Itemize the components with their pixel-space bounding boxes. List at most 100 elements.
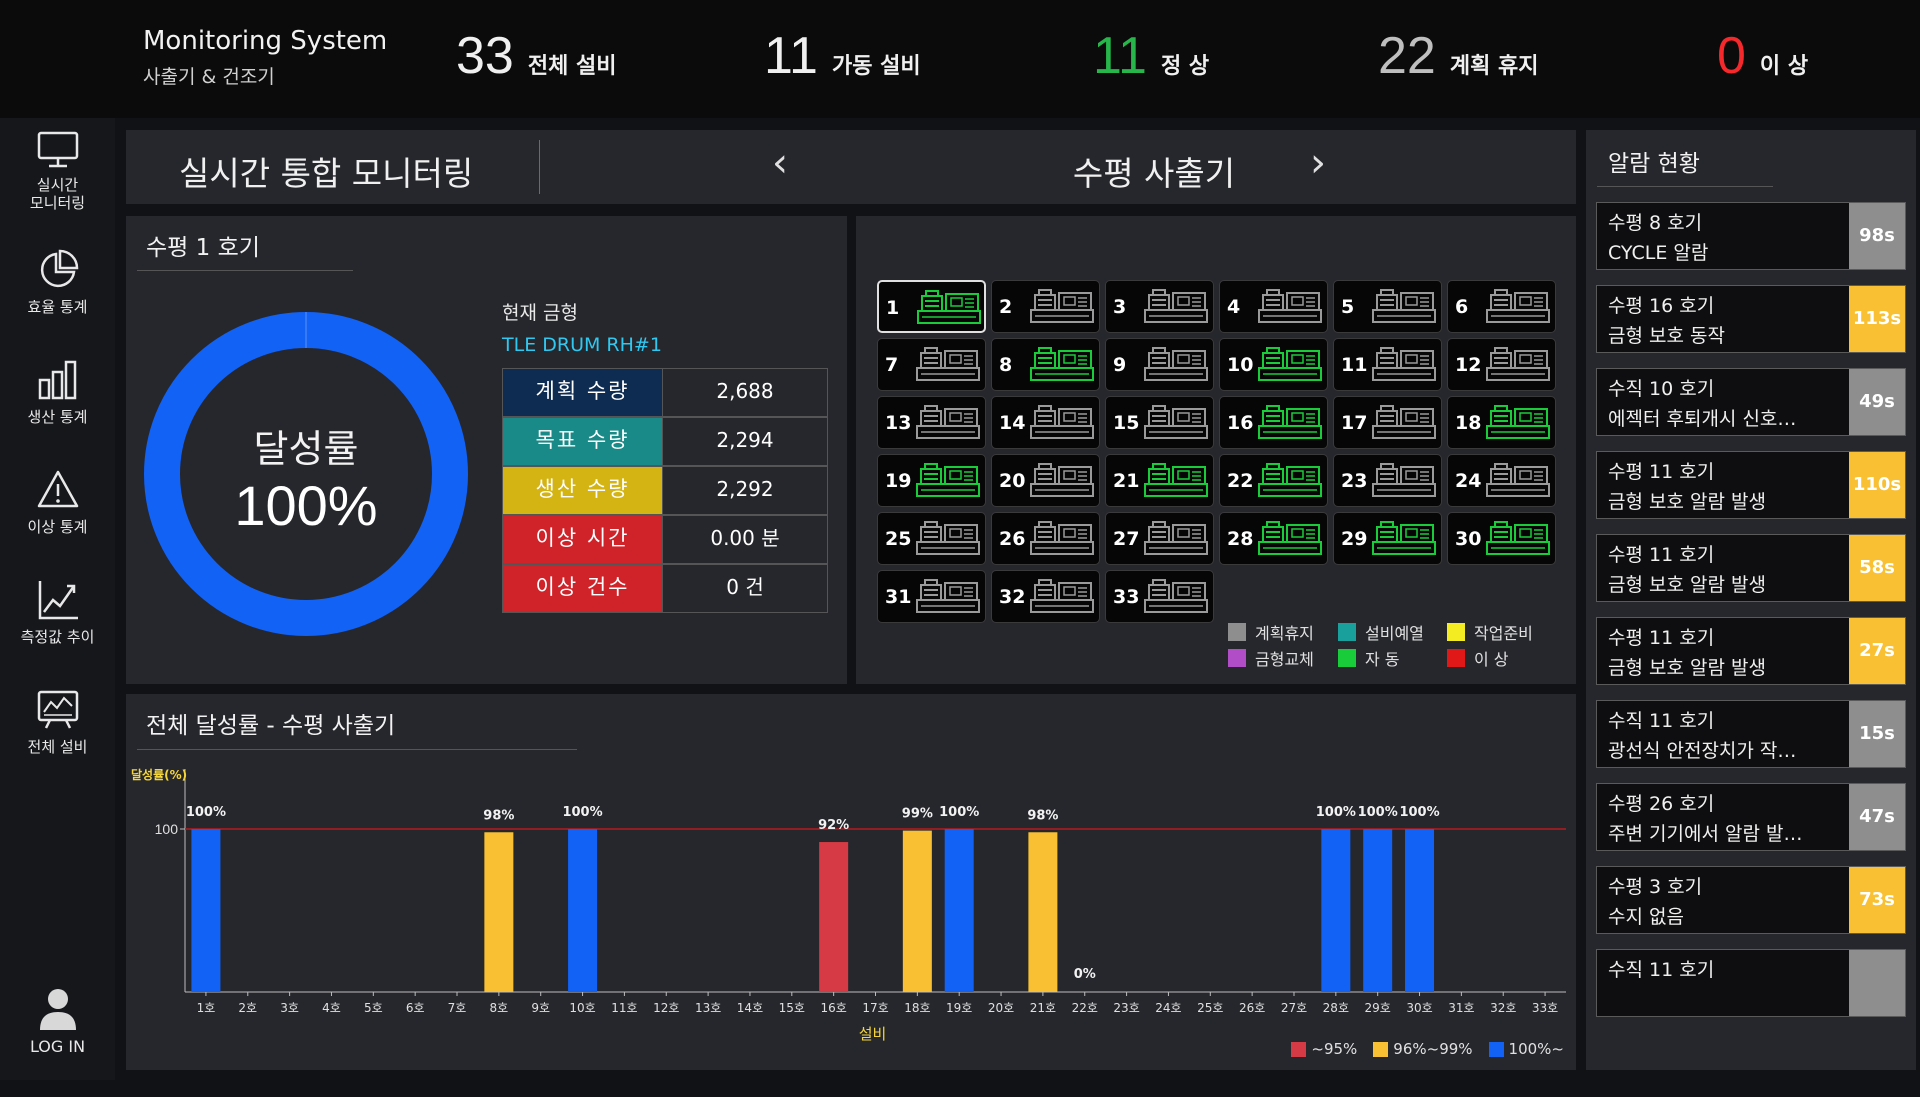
machine-tile[interactable]: 7 bbox=[877, 338, 986, 391]
x-tick-label: 1호 bbox=[197, 1001, 216, 1015]
machine-number: 7 bbox=[885, 354, 899, 376]
machine-tile[interactable]: 13 bbox=[877, 396, 986, 449]
machine-tile[interactable]: 6 bbox=[1447, 280, 1556, 333]
alarm-duration-badge bbox=[1849, 950, 1905, 1016]
alarm-machine: 수평 11 호기 bbox=[1608, 627, 1715, 649]
stat-label: 목표 수량 bbox=[502, 417, 663, 466]
machine-number: 10 bbox=[1227, 354, 1254, 376]
machine-tile[interactable]: 5 bbox=[1333, 280, 1442, 333]
machine-number: 29 bbox=[1341, 528, 1368, 550]
alarm-item[interactable]: 수평 16 호기 금형 보호 동작 113s bbox=[1596, 285, 1906, 353]
x-axis-label: 설비 bbox=[859, 1025, 887, 1043]
alarm-item[interactable]: 수평 26 호기 주변 기기에서 알람 발… 47s bbox=[1596, 783, 1906, 851]
x-tick-label: 14호 bbox=[737, 1001, 763, 1015]
alarm-duration-badge: 47s bbox=[1849, 784, 1905, 850]
alarm-item[interactable]: 수직 11 호기 bbox=[1596, 949, 1906, 1017]
injection-machine-icon bbox=[916, 463, 980, 497]
alarm-item[interactable]: 수평 11 호기 금형 보호 알람 발생 27s bbox=[1596, 617, 1906, 685]
legend-label: 계획휴지 bbox=[1255, 624, 1314, 643]
alarm-item[interactable]: 수평 11 호기 금형 보호 알람 발생 58s bbox=[1596, 534, 1906, 602]
machine-tile[interactable]: 11 bbox=[1333, 338, 1442, 391]
alarm-duration-badge: 113s bbox=[1849, 286, 1905, 352]
sidebar-item-abnormal-stats[interactable]: 이상 통계 bbox=[0, 468, 115, 536]
injection-machine-icon bbox=[916, 405, 980, 439]
machine-tile[interactable]: 15 bbox=[1105, 396, 1214, 449]
kpi-running: 11 가동 설비 bbox=[764, 30, 921, 82]
machine-tile[interactable]: 22 bbox=[1219, 454, 1328, 507]
machine-tile[interactable]: 8 bbox=[991, 338, 1100, 391]
alarm-message: 수지 없음 bbox=[1608, 906, 1684, 928]
machine-number: 25 bbox=[885, 528, 912, 550]
alarm-item[interactable]: 수평 3 호기 수지 없음 73s bbox=[1596, 866, 1906, 934]
machine-tile[interactable]: 2 bbox=[991, 280, 1100, 333]
unit-title-underline bbox=[137, 270, 353, 271]
machine-tile[interactable]: 28 bbox=[1219, 512, 1328, 565]
sidebar-item-label: 효율 통계 bbox=[27, 298, 88, 316]
kpi-label: 이 상 bbox=[1759, 54, 1809, 79]
sidebar-item-measurement-trend[interactable]: 측정값 추이 bbox=[0, 578, 115, 646]
machine-tile[interactable]: 33 bbox=[1105, 570, 1214, 623]
sidebar-item-production-stats[interactable]: 생산 통계 bbox=[0, 358, 115, 426]
machine-tile[interactable]: 30 bbox=[1447, 512, 1556, 565]
machine-tile[interactable]: 27 bbox=[1105, 512, 1214, 565]
x-tick-label: 8호 bbox=[490, 1001, 509, 1015]
injection-machine-icon bbox=[1372, 347, 1436, 381]
injection-machine-icon bbox=[1030, 347, 1094, 381]
x-tick-label: 6호 bbox=[406, 1001, 425, 1015]
machine-tile[interactable]: 1 bbox=[877, 280, 986, 333]
alarm-machine: 수평 26 호기 bbox=[1608, 793, 1715, 815]
machine-tile[interactable]: 23 bbox=[1333, 454, 1442, 507]
machine-tile[interactable]: 16 bbox=[1219, 396, 1328, 449]
machine-tile[interactable]: 29 bbox=[1333, 512, 1442, 565]
login-button[interactable]: LOG IN bbox=[0, 986, 115, 1056]
machine-tile[interactable]: 19 bbox=[877, 454, 986, 507]
alarm-machine: 수직 10 호기 bbox=[1608, 378, 1715, 400]
machine-tile[interactable]: 32 bbox=[991, 570, 1100, 623]
machine-tile[interactable]: 10 bbox=[1219, 338, 1328, 391]
alarm-item[interactable]: 수평 11 호기 금형 보호 알람 발생 110s bbox=[1596, 451, 1906, 519]
production-stats-table: 계획 수량 2,688 목표 수량 2,294 생산 수량 2,292 이상 시간 0.… bbox=[502, 368, 828, 613]
kpi-value: 22 bbox=[1378, 27, 1436, 85]
machine-tile[interactable]: 3 bbox=[1105, 280, 1214, 333]
sidebar-item-all-equipment[interactable]: 전체 설비 bbox=[0, 688, 115, 756]
warning-icon bbox=[37, 470, 78, 508]
machine-tile[interactable]: 14 bbox=[991, 396, 1100, 449]
machine-tile[interactable]: 21 bbox=[1105, 454, 1214, 507]
stat-row-produced: 생산 수량 2,292 bbox=[502, 466, 828, 515]
legend-label: 이 상 bbox=[1474, 650, 1509, 669]
machine-tile[interactable]: 26 bbox=[991, 512, 1100, 565]
legend-item: 설비예열 bbox=[1338, 620, 1424, 644]
kpi-value: 11 bbox=[764, 27, 818, 85]
legend-label: 자 동 bbox=[1365, 650, 1400, 669]
machine-tile[interactable]: 25 bbox=[877, 512, 986, 565]
pie-chart-icon bbox=[40, 249, 78, 288]
legend-item: 작업준비 bbox=[1447, 620, 1533, 644]
machine-tile[interactable]: 17 bbox=[1333, 396, 1442, 449]
prev-machine-type-button[interactable]: ‹ bbox=[772, 140, 788, 186]
machine-tile[interactable]: 12 bbox=[1447, 338, 1556, 391]
machine-number: 20 bbox=[999, 470, 1026, 492]
x-tick-label: 17호 bbox=[862, 1001, 888, 1015]
alarm-machine: 수평 11 호기 bbox=[1608, 544, 1715, 566]
next-machine-type-button[interactable]: › bbox=[1310, 140, 1326, 186]
sidebar-item-realtime-monitoring[interactable]: 실시간 모니터링 bbox=[0, 130, 115, 212]
stat-value: 2,688 bbox=[663, 368, 828, 417]
machine-tile[interactable]: 24 bbox=[1447, 454, 1556, 507]
alarm-item[interactable]: 수평 8 호기 CYCLE 알람 98s bbox=[1596, 202, 1906, 270]
alarm-item[interactable]: 수직 10 호기 에젝터 후퇴개시 신호… 49s bbox=[1596, 368, 1906, 436]
x-tick-label: 13호 bbox=[695, 1001, 721, 1015]
machine-tile[interactable]: 4 bbox=[1219, 280, 1328, 333]
chart-legend: ~95% 96%~99% 100%~ bbox=[1291, 1040, 1564, 1058]
alarm-machine: 수평 11 호기 bbox=[1608, 461, 1715, 483]
machine-tile[interactable]: 31 bbox=[877, 570, 986, 623]
machine-tile[interactable]: 9 bbox=[1105, 338, 1214, 391]
chart-legend-item: ~95% bbox=[1291, 1040, 1357, 1058]
x-tick-label: 3호 bbox=[280, 1001, 299, 1015]
machine-tile[interactable]: 18 bbox=[1447, 396, 1556, 449]
machine-tile[interactable]: 20 bbox=[991, 454, 1100, 507]
alarm-machine: 수직 11 호기 bbox=[1608, 959, 1715, 981]
alarm-list[interactable]: 수평 8 호기 CYCLE 알람 98s 수평 16 호기 금형 보호 동작 113s 수직… bbox=[1596, 202, 1906, 1097]
alarm-item[interactable]: 수직 11 호기 광선식 안전장치가 작… 15s bbox=[1596, 700, 1906, 768]
sidebar-item-efficiency-stats[interactable]: 효율 통계 bbox=[0, 248, 115, 316]
kpi-value: 11 bbox=[1093, 27, 1147, 85]
